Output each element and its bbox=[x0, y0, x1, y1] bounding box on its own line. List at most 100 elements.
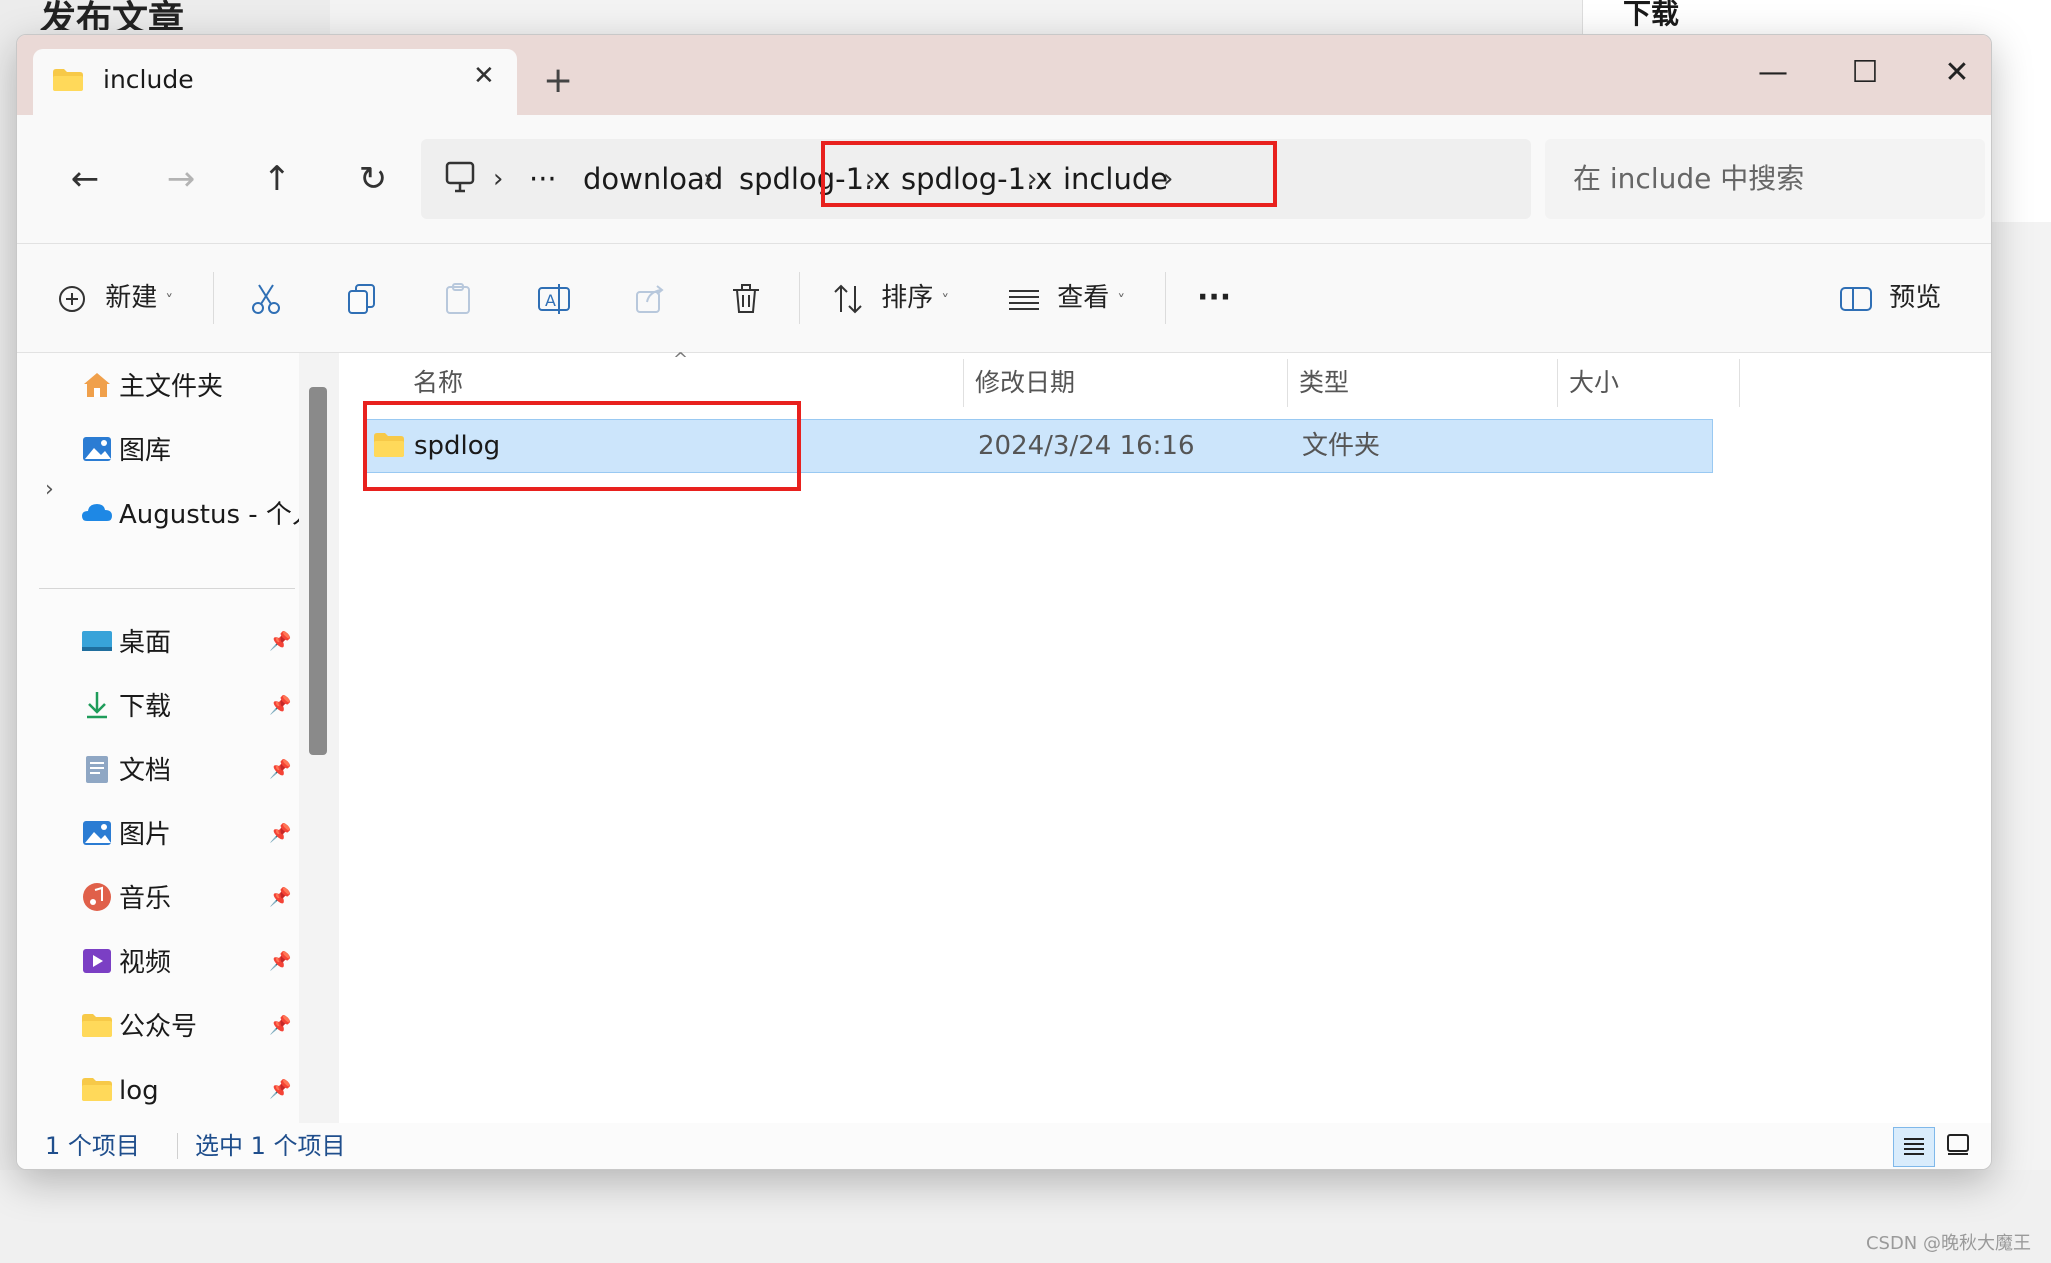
refresh-button[interactable]: ↻ bbox=[345, 151, 401, 207]
video-icon bbox=[83, 948, 111, 973]
breadcrumb-separator-icon[interactable]: › bbox=[703, 139, 713, 219]
preview-label: 预览 bbox=[1889, 283, 1942, 313]
sidebar-item-log[interactable]: log bbox=[81, 1069, 159, 1113]
gallery-icon bbox=[83, 436, 111, 461]
sidebar-label: 下载 bbox=[119, 692, 172, 722]
desktop-icon bbox=[82, 630, 112, 651]
back-button[interactable]: ← bbox=[57, 151, 113, 207]
file-list: ^ 名称 修改日期 类型 大小 spdlog 2024/3/24 16:16 文… bbox=[339, 349, 1991, 1155]
sidebar-label: 公众号 bbox=[119, 1012, 198, 1042]
share-button[interactable] bbox=[633, 266, 667, 330]
minimize-button[interactable]: — bbox=[1743, 49, 1803, 97]
sidebar-item-gallery[interactable]: 图库 bbox=[81, 429, 171, 473]
svg-text:A: A bbox=[545, 291, 556, 310]
maximize-button[interactable]: ☐ bbox=[1835, 49, 1895, 97]
view-label: 查看 bbox=[1057, 283, 1110, 313]
paste-button[interactable] bbox=[441, 266, 475, 330]
list-view-icon bbox=[1009, 289, 1039, 310]
new-tab-button[interactable]: + bbox=[543, 63, 573, 99]
sidebar-item-home[interactable]: 主文件夹 bbox=[81, 365, 223, 409]
column-header-modified[interactable]: 修改日期 bbox=[975, 353, 1075, 413]
sidebar-item-public-account[interactable]: 公众号 bbox=[81, 1005, 197, 1049]
copy-icon bbox=[348, 283, 375, 314]
close-tab-icon[interactable]: ✕ bbox=[473, 61, 495, 91]
clipboard-icon bbox=[446, 282, 470, 314]
sidebar-item-desktop[interactable]: 桌面 bbox=[81, 621, 171, 665]
search-box[interactable]: 在 include 中搜索 bbox=[1545, 139, 1985, 219]
copy-button[interactable] bbox=[345, 266, 379, 330]
row-name[interactable]: spdlog bbox=[414, 420, 500, 472]
sidebar-item-music[interactable]: 音乐 bbox=[81, 877, 171, 921]
title-bar: include ✕ + — ☐ ✕ bbox=[17, 35, 1991, 115]
pin-icon[interactable]: 📌 bbox=[269, 631, 291, 652]
pin-icon[interactable]: 📌 bbox=[269, 695, 291, 716]
column-divider[interactable] bbox=[1739, 359, 1740, 407]
file-explorer-window: include ✕ + — ☐ ✕ ← → ↑ ↻ › ··· download… bbox=[16, 34, 1992, 1170]
sidebar-label: 音乐 bbox=[119, 884, 172, 914]
delete-button[interactable] bbox=[729, 266, 763, 330]
column-divider[interactable] bbox=[963, 359, 964, 407]
new-button[interactable]: 新建 ˅ bbox=[57, 266, 173, 330]
breadcrumb-overflow-button[interactable]: ··· bbox=[529, 139, 557, 219]
sort-button[interactable]: 排序 ˅ bbox=[831, 266, 949, 330]
scrollbar-thumb[interactable] bbox=[309, 387, 327, 755]
details-view-button[interactable] bbox=[1893, 1127, 1935, 1167]
chevron-down-icon: ˅ bbox=[165, 291, 174, 310]
toolbar-divider bbox=[213, 272, 214, 324]
preview-pane-button[interactable]: 预览 bbox=[1839, 266, 1941, 330]
pin-icon[interactable]: 📌 bbox=[269, 1079, 291, 1100]
background-strip bbox=[0, 1170, 2051, 1263]
sidebar-scrollbar[interactable] bbox=[299, 353, 339, 1155]
chevron-right-icon[interactable]: › bbox=[45, 477, 54, 502]
breadcrumb-separator-icon[interactable]: › bbox=[1027, 139, 1037, 219]
pin-icon[interactable]: 📌 bbox=[269, 759, 291, 780]
sidebar-label: Augustus - 个人 bbox=[119, 500, 318, 530]
table-row[interactable]: spdlog 2024/3/24 16:16 文件夹 bbox=[365, 419, 1713, 473]
column-divider[interactable] bbox=[1557, 359, 1558, 407]
breadcrumb-separator-icon[interactable]: › bbox=[493, 139, 503, 219]
rename-button[interactable]: A bbox=[537, 266, 571, 330]
pin-icon[interactable]: 📌 bbox=[269, 887, 291, 908]
this-pc-icon[interactable] bbox=[445, 161, 475, 195]
address-bar[interactable]: › ··· download › spdlog-1.x › spdlog-1.x… bbox=[421, 139, 1531, 219]
sidebar-label: 文档 bbox=[119, 756, 172, 786]
pin-icon[interactable]: 📌 bbox=[269, 951, 291, 972]
sidebar-label: 桌面 bbox=[119, 628, 172, 658]
pin-icon[interactable]: 📌 bbox=[269, 823, 291, 844]
forward-button[interactable]: → bbox=[153, 151, 209, 207]
tab-include[interactable]: include ✕ bbox=[33, 49, 517, 115]
background-downloads-title: 下载 bbox=[1623, 0, 1680, 30]
music-icon bbox=[83, 882, 111, 911]
column-header-size[interactable]: 大小 bbox=[1569, 353, 1619, 413]
view-button[interactable]: 查看 ˅ bbox=[1007, 266, 1125, 330]
sidebar-item-downloads[interactable]: 下载 bbox=[81, 685, 171, 729]
sidebar-label: 图库 bbox=[119, 436, 172, 466]
rename-icon: A bbox=[538, 283, 570, 314]
column-divider[interactable] bbox=[1287, 359, 1288, 407]
large-icons-view-button[interactable] bbox=[1937, 1127, 1979, 1167]
up-button[interactable]: ↑ bbox=[249, 151, 305, 207]
sidebar-divider bbox=[39, 588, 295, 589]
sidebar-item-pictures[interactable]: 图片 bbox=[81, 813, 171, 857]
sidebar-item-videos[interactable]: 视频 bbox=[81, 941, 171, 985]
sidebar-item-documents[interactable]: 文档 bbox=[81, 749, 171, 793]
column-header-type[interactable]: 类型 bbox=[1299, 353, 1349, 413]
toolbar-divider bbox=[1165, 272, 1166, 324]
pin-icon[interactable]: 📌 bbox=[269, 1015, 291, 1036]
cloud-icon bbox=[82, 503, 112, 521]
sort-label: 排序 bbox=[881, 283, 934, 313]
sidebar-item-onedrive[interactable]: Augustus - 个人 bbox=[81, 493, 318, 537]
breadcrumb-separator-icon[interactable]: › bbox=[1163, 139, 1173, 219]
column-header-name[interactable]: 名称 bbox=[413, 353, 463, 413]
cut-button[interactable] bbox=[249, 266, 283, 330]
more-options-button[interactable]: ··· bbox=[1197, 266, 1231, 330]
close-window-button[interactable]: ✕ bbox=[1927, 49, 1987, 97]
navigation-pane: 主文件夹 图库 › Augustus - 个人 桌面 📌 下载 📌 文档 📌 图… bbox=[17, 353, 339, 1155]
row-modified: 2024/3/24 16:16 bbox=[978, 431, 1195, 461]
sidebar-label: log bbox=[119, 1076, 159, 1106]
breadcrumb-separator-icon[interactable]: › bbox=[865, 139, 875, 219]
sidebar-label: 图片 bbox=[119, 820, 172, 850]
breadcrumb-include[interactable]: include bbox=[1063, 139, 1168, 219]
toolbar-divider bbox=[799, 272, 800, 324]
folder-icon bbox=[53, 69, 83, 91]
